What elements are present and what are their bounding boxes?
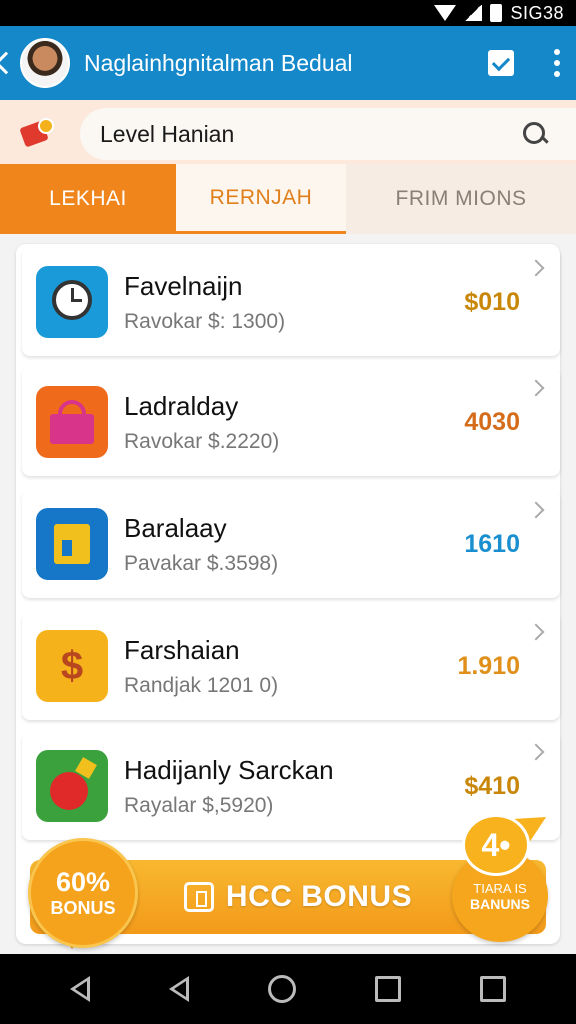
folder-app-icon [36, 508, 108, 580]
signal-icon [464, 5, 483, 21]
bonus-label: BONUS [50, 898, 116, 918]
item-title: Favelnaijn [124, 270, 243, 301]
bonus-percent: 60% [55, 867, 111, 897]
tab-lekhai[interactable]: LEKHAI [0, 164, 176, 234]
item-title: Ladralday [124, 390, 239, 421]
tab-rernjah[interactable]: RERNJAH [176, 164, 346, 234]
chevron-right-icon [527, 379, 545, 397]
item-value: $410 [464, 771, 520, 800]
nav-back-icon[interactable] [168, 976, 189, 1002]
shopping-basket-icon [36, 386, 108, 458]
item-title: Farshaian [124, 634, 240, 665]
search-input[interactable]: Level Hanian [80, 108, 576, 160]
dollar-icon: $ [36, 630, 108, 702]
list-item[interactable]: Favelnaijn Ravokar $: 1300) $010 [22, 248, 560, 356]
speech-bubble-badge[interactable]: 4• [462, 814, 530, 876]
tab-frim-mions[interactable]: FRIM MIONS [346, 164, 576, 234]
search-row: Level Hanian [0, 100, 576, 166]
nav-recents-icon[interactable] [375, 976, 402, 1002]
chevron-right-icon [527, 259, 545, 277]
bonus-button-label: HCC BONUS [225, 880, 413, 913]
clock-icon [36, 266, 108, 338]
item-value: 4030 [464, 407, 520, 436]
chevron-right-icon [527, 743, 545, 761]
search-icon[interactable] [522, 121, 548, 147]
bonus-right-line1: TIARA IS [473, 880, 527, 896]
back-arrow-icon[interactable] [0, 51, 18, 75]
checkbox-icon[interactable] [488, 50, 514, 76]
item-subtitle: Randjak 1201 0) [124, 673, 279, 697]
more-options-icon[interactable] [554, 49, 560, 77]
item-title: Baralaay [124, 512, 227, 543]
list-item[interactable]: $ Farshaian Randjak 1201 0) 1.910 [22, 612, 560, 720]
wifi-icon [434, 5, 457, 21]
bomb-icon [36, 750, 108, 822]
item-value: 1.910 [457, 651, 520, 680]
item-title: Hadijanly Sarckan [124, 754, 334, 785]
nav-overview-icon[interactable] [480, 976, 507, 1002]
item-subtitle: Rayalar $,5920) [124, 793, 274, 817]
item-value: 1610 [464, 529, 520, 558]
status-time: SIG38 [510, 2, 564, 23]
search-input-value: Level Hanian [100, 120, 235, 147]
app-bar: Naglainhgnitalman Bedual [0, 26, 576, 100]
tab-bar: LEKHAI RERNJAH FRIM MIONS [0, 164, 576, 234]
item-value: $010 [464, 287, 520, 316]
navigation-bar [0, 954, 576, 1024]
app-title: Naglainhgnitalman Bedual [84, 49, 353, 76]
list-item[interactable]: Baralaay Pavakar $.3598) 1610 [22, 490, 560, 598]
level-tag-icon [19, 118, 58, 148]
chevron-right-icon [527, 501, 545, 519]
list-item[interactable]: Ladralday Ravokar $.2220) 4030 [22, 368, 560, 476]
gift-icon [183, 882, 214, 912]
status-bar: SIG38 [0, 0, 576, 26]
item-subtitle: Ravokar $: 1300) [124, 309, 286, 333]
item-subtitle: Pavakar $.3598) [124, 551, 279, 575]
chevron-right-icon [527, 623, 545, 641]
nav-back-icon[interactable] [69, 976, 90, 1002]
avatar[interactable] [20, 38, 70, 88]
bonus-percent-badge: 60% BONUS [28, 838, 138, 948]
app-screen: SIG38 Naglainhgnitalman Bedual Level Han… [0, 0, 576, 1024]
item-subtitle: Ravokar $.2220) [124, 429, 280, 453]
bonus-right-line2: BANUNS [470, 895, 530, 912]
nav-home-icon[interactable] [267, 975, 296, 1003]
battery-icon [490, 4, 503, 22]
